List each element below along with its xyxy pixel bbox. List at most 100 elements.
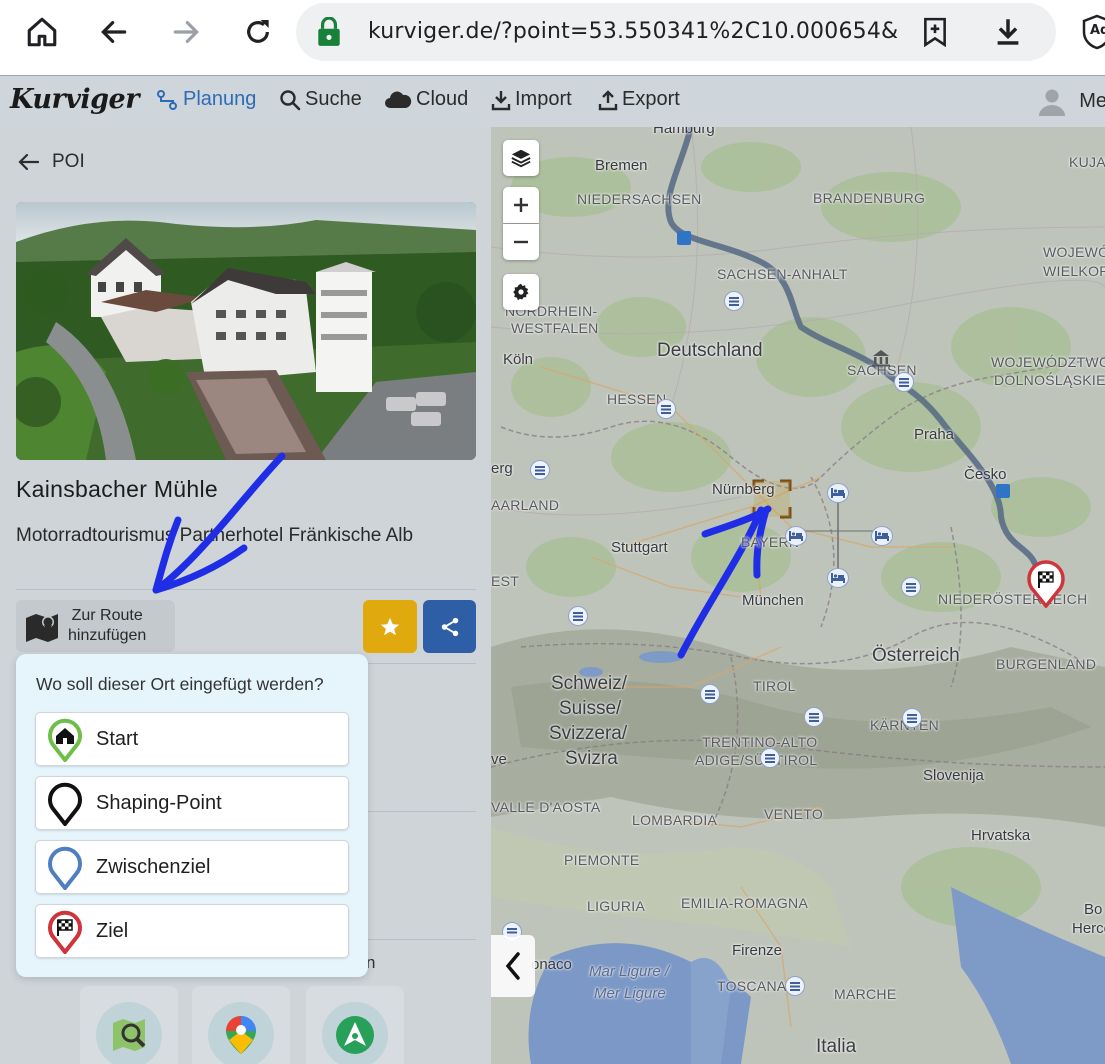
settings-icon — [513, 283, 529, 301]
layers-button[interactable] — [503, 140, 539, 176]
map-label: Svizzera/ — [549, 723, 628, 744]
poi-marker[interactable] — [902, 708, 922, 728]
map-label: BRANDENBURG — [813, 190, 926, 206]
url-text[interactable]: kurviger.de/?point=53.550341%2C10.000654… — [368, 19, 898, 44]
map-pin-icon — [26, 614, 58, 642]
back-label: POI — [52, 151, 85, 172]
map-label: Schweiz/ — [551, 673, 628, 694]
poi-marker[interactable] — [785, 976, 805, 996]
insert-shaping-point-option[interactable]: Shaping-Point — [35, 776, 349, 830]
cloud-icon — [385, 91, 412, 108]
map-label: WOJEWÓDZTWO — [991, 354, 1105, 370]
map-label: MARCHE — [834, 986, 897, 1002]
map-label: EST — [491, 573, 520, 589]
insert-destination-label: Ziel — [96, 919, 129, 942]
avatar-icon — [1039, 89, 1066, 116]
zoom-out-button[interactable] — [503, 224, 539, 260]
bed-icon — [831, 573, 845, 583]
poi-marker[interactable] — [760, 748, 780, 768]
hotel-marker[interactable] — [871, 526, 893, 546]
poi-photo[interactable] — [16, 202, 476, 460]
bed-icon — [789, 531, 803, 541]
favorite-button[interactable] — [363, 600, 417, 653]
map-label: Suisse/ — [559, 698, 622, 719]
navigation-app-button[interactable] — [306, 986, 404, 1064]
adblock-icon[interactable]: Ad — [1082, 14, 1105, 54]
bed-icon — [875, 531, 889, 541]
zoom-in-icon — [514, 198, 528, 212]
nav-planung[interactable]: Planung — [155, 88, 256, 111]
back-button[interactable]: POI — [18, 151, 85, 173]
map-label: Hrvatska — [971, 827, 1031, 844]
insert-destination-option[interactable]: Ziel — [35, 904, 349, 958]
map-label: Praha — [914, 426, 955, 443]
nav-cloud[interactable]: Cloud — [384, 88, 468, 111]
poi-marker[interactable] — [700, 684, 720, 704]
navigation-app-icon — [336, 1016, 374, 1054]
back-icon[interactable] — [92, 10, 136, 54]
map-label: WESTFALEN — [511, 320, 599, 336]
map-label: PIEMONTE — [564, 852, 640, 868]
map-label: Bremen — [595, 157, 648, 174]
hotel-marker[interactable] — [785, 526, 807, 546]
zoom-in-button[interactable] — [503, 187, 539, 223]
google-maps-button[interactable] — [192, 986, 290, 1064]
map-label: DOLNOŚLĄSKIE — [994, 372, 1105, 388]
user-menu[interactable]: Me — [1037, 86, 1105, 116]
poi-marker[interactable] — [656, 399, 676, 419]
nav-import[interactable]: Import — [491, 88, 572, 111]
nav-cloud-label: Cloud — [416, 88, 469, 110]
poi-marker[interactable] — [901, 577, 921, 597]
app-header: Kurviger Planung Suche Cloud Import Expo… — [0, 75, 1105, 127]
nav-planung-label: Planung — [183, 88, 257, 110]
google-maps-icon — [226, 1016, 256, 1054]
nav-suche[interactable]: Suche — [279, 88, 362, 111]
map-label: Mar Ligure / — [589, 963, 670, 980]
layers-icon — [511, 149, 531, 168]
reload-icon[interactable] — [236, 10, 280, 54]
popup-question: Wo soll dieser Ort eingefügt werden? — [36, 674, 324, 694]
bookmark-add-icon[interactable] — [922, 17, 948, 51]
download-icon[interactable] — [994, 17, 1022, 51]
add-to-route-label-line2: hinzufügen — [68, 627, 147, 644]
divider — [16, 589, 476, 590]
url-bar[interactable]: kurviger.de/?point=53.550341%2C10.000654… — [296, 3, 1056, 61]
poi-marker[interactable] — [804, 707, 824, 727]
lock-icon[interactable] — [316, 16, 342, 51]
poi-subtitle: Motorradtourismus Partnerhotel Fränkisch… — [16, 525, 414, 546]
add-to-route-button[interactable]: Zur Route hinzufügen — [16, 600, 175, 652]
landmark-icon[interactable] — [871, 349, 891, 371]
map-label: Česko — [964, 466, 1007, 483]
map-label: München — [742, 592, 804, 609]
app-logo[interactable]: Kurviger — [10, 84, 139, 115]
nav-export[interactable]: Export — [598, 88, 680, 111]
map-label: LOMBARDIA — [632, 812, 718, 828]
external-map-search-button[interactable] — [80, 986, 178, 1064]
insert-shaping-point-label: Shaping-Point — [96, 791, 222, 814]
map-label: TIROL — [753, 678, 796, 694]
poi-marker[interactable] — [894, 372, 914, 392]
nav-import-label: Import — [515, 88, 572, 110]
share-button[interactable] — [423, 600, 476, 653]
insert-start-option[interactable]: Start — [35, 712, 349, 766]
forward-icon[interactable] — [164, 10, 208, 54]
home-icon[interactable] — [20, 10, 64, 54]
chevron-left-icon — [505, 952, 520, 980]
star-icon — [380, 617, 400, 635]
map-settings-button[interactable] — [503, 274, 539, 310]
nav-export-label: Export — [622, 88, 680, 110]
insert-via-point-option[interactable]: Zwischenziel — [35, 840, 349, 894]
hotel-marker[interactable] — [827, 568, 849, 588]
poi-marker[interactable] — [568, 606, 588, 626]
hotel-marker[interactable] — [827, 483, 849, 503]
poi-marker[interactable] — [530, 460, 550, 480]
poi-marker[interactable] — [724, 291, 744, 311]
map-view[interactable]: Hamburg Bremen NIEDERSACHSEN BRANDENBURG… — [491, 127, 1105, 1064]
map-search-icon — [113, 1019, 146, 1051]
map-label: Köln — [503, 351, 534, 368]
map-label: Italia — [816, 1036, 857, 1057]
collapse-panel-button[interactable] — [491, 935, 535, 997]
route-destination-marker[interactable] — [1026, 560, 1066, 612]
destination-marker-icon — [48, 910, 82, 954]
bed-icon — [831, 488, 845, 498]
